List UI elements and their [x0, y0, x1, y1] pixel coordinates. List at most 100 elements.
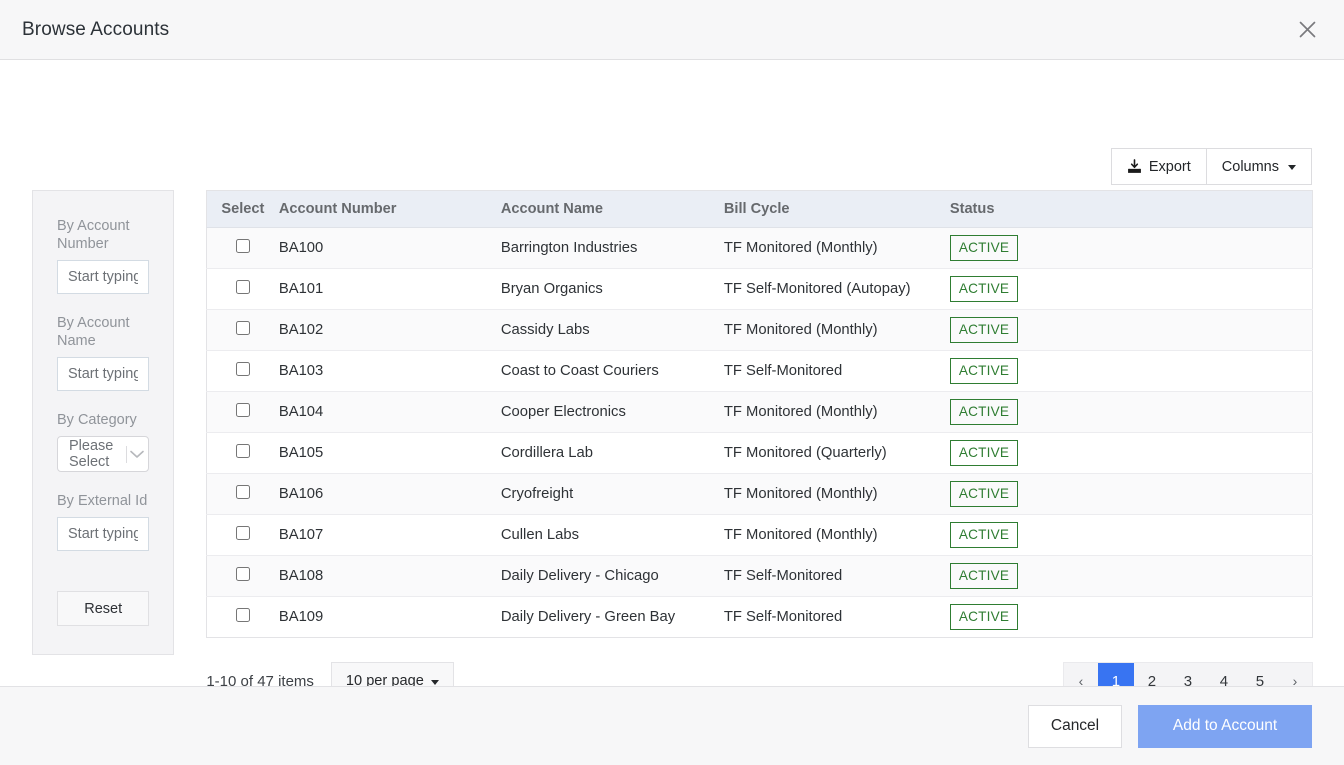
- status-badge: ACTIVE: [949, 480, 1019, 508]
- cell-status: ACTIVE: [949, 432, 1313, 474]
- pagination-pages: ‹ 1 2 3 4 5 ›: [1062, 662, 1313, 687]
- cell-bill-cycle: TF Self-Monitored (Autopay): [723, 268, 950, 310]
- pagination-bar: 1-10 of 47 items 10 per page ‹ 1 2 3 4 5 ›: [206, 662, 1313, 686]
- chevron-down-icon: [127, 450, 149, 459]
- table-row[interactable]: BA103 Coast to Coast Couriers TF Self-Moni…: [206, 350, 1313, 392]
- filter-label-account-number: By Account Number: [57, 218, 130, 252]
- status-badge: ACTIVE: [949, 316, 1019, 344]
- status-badge: ACTIVE: [949, 275, 1019, 303]
- row-select-cell: [206, 514, 279, 556]
- table-row[interactable]: BA105 Cordillera Lab TF Monitored (Quarter…: [206, 432, 1313, 474]
- table-row[interactable]: BA106 Cryofreight TF Monitored (Monthly) AC…: [206, 473, 1313, 515]
- row-select-checkbox[interactable]: [236, 444, 251, 458]
- add-to-account-button[interactable]: Add to Account: [1138, 704, 1312, 748]
- pagination-page-4[interactable]: 4: [1206, 663, 1242, 687]
- cell-account-name: Barrington Industries: [500, 227, 724, 269]
- row-select-checkbox[interactable]: [236, 608, 251, 622]
- table-row[interactable]: BA109 Daily Delivery - Green Bay TF Self-M…: [206, 596, 1313, 638]
- pagination-page-2[interactable]: 2: [1134, 663, 1170, 687]
- status-badge: ACTIVE: [949, 603, 1019, 631]
- caret-down-icon: [430, 679, 439, 685]
- cell-bill-cycle: TF Self-Monitored: [723, 609, 843, 625]
- row-select-checkbox[interactable]: [236, 280, 251, 294]
- cell-status: ACTIVE: [949, 514, 1313, 556]
- status-badge: ACTIVE: [949, 439, 1019, 467]
- table-row[interactable]: BA107 Cullen Labs TF Monitored (Monthly) AC…: [206, 514, 1313, 556]
- filter-select-category[interactable]: Please Select: [57, 436, 150, 472]
- cell-account-number: BA106: [278, 473, 501, 515]
- cell-bill-cycle: TF Monitored (Quarterly): [723, 432, 950, 474]
- close-icon-glyph: [1299, 21, 1315, 38]
- row-select-cell: [207, 597, 279, 638]
- reset-button[interactable]: Reset: [57, 591, 150, 626]
- cell-status: ACTIVE: [949, 309, 1313, 351]
- table-row[interactable]: BA104 Cooper Electronics TF Monitored (Mon…: [206, 391, 1313, 433]
- table-area: Select Account Number Account Name Bill …: [206, 190, 1313, 686]
- row-select-cell: [206, 227, 279, 269]
- pagination-info: 1-10 of 47 items: [206, 672, 314, 687]
- column-header-status: Status: [949, 190, 1313, 228]
- cell-account-number: BA102: [278, 309, 501, 351]
- row-select-checkbox[interactable]: [236, 321, 251, 335]
- accounts-table: Select Account Number Account Name Bill …: [206, 190, 1313, 638]
- status-badge: ACTIVE: [949, 562, 1019, 590]
- close-icon[interactable]: [1290, 13, 1324, 47]
- cell-account-number: BA101: [278, 268, 501, 310]
- cell-account-number: BA109: [278, 609, 324, 625]
- filter-input-account-name[interactable]: [57, 357, 150, 391]
- cell-account-name: Daily Delivery - Green Bay: [500, 609, 676, 625]
- per-page-dropdown[interactable]: 10 per page: [330, 662, 454, 686]
- cell-bill-cycle: TF Monitored (Monthly): [723, 473, 950, 515]
- cell-status: ACTIVE: [949, 268, 1313, 310]
- filter-label-account-name: By Account Name: [57, 315, 130, 349]
- filter-select-category-value: Please Select: [69, 438, 114, 470]
- cancel-button[interactable]: Cancel: [1028, 704, 1122, 748]
- cell-bill-cycle: TF Monitored (Monthly): [723, 309, 950, 351]
- cell-status: ACTIVE: [949, 350, 1313, 392]
- cell-account-name: Daily Delivery - Chicago: [500, 555, 724, 597]
- cell-account-name: Cooper Electronics: [500, 391, 724, 433]
- row-select-checkbox[interactable]: [236, 362, 251, 376]
- pagination-page-3[interactable]: 3: [1170, 663, 1206, 687]
- cell-account-name: Cryofreight: [500, 473, 724, 515]
- chevron-down-icon-glyph: [130, 450, 145, 458]
- filter-input-account-number[interactable]: [57, 260, 150, 294]
- row-select-checkbox[interactable]: [236, 526, 251, 540]
- row-select-checkbox[interactable]: [236, 403, 251, 417]
- row-select-checkbox[interactable]: [236, 239, 251, 253]
- cell-account-number: BA105: [278, 432, 501, 474]
- table-row[interactable]: BA100 Barrington Industries TF Monitored (…: [206, 227, 1313, 269]
- cell-account-number: BA103: [278, 350, 501, 392]
- row-select-cell: [206, 432, 279, 474]
- cell-account-number: BA100: [278, 227, 501, 269]
- row-select-checkbox[interactable]: [236, 567, 251, 581]
- pagination-page-5[interactable]: 5: [1242, 663, 1278, 687]
- modal-body: Export Columns By Account Number By Acco…: [0, 60, 1344, 686]
- browse-accounts-modal: Browse Accounts Export Columns By Accoun…: [0, 0, 1344, 765]
- status-badge: ACTIVE: [949, 521, 1019, 549]
- pagination-prev-icon[interactable]: ‹: [1064, 663, 1098, 686]
- status-badge: ACTIVE: [949, 398, 1019, 426]
- pagination-next-icon[interactable]: ›: [1278, 663, 1312, 686]
- table-header-row: Select Account Number Account Name Bill …: [206, 190, 1313, 228]
- modal-footer: Cancel Add to Account: [0, 686, 1344, 765]
- cell-account-name: Coast to Coast Couriers: [500, 350, 724, 392]
- table-toolbar: Export Columns: [1110, 148, 1312, 185]
- filter-input-external-id[interactable]: [57, 517, 150, 551]
- column-header-bill-cycle: Bill Cycle: [723, 190, 950, 228]
- status-badge: ACTIVE: [949, 357, 1019, 385]
- pagination-page-1[interactable]: 1: [1097, 663, 1134, 686]
- export-label: Export: [1148, 158, 1191, 175]
- table-head: Select Account Number Account Name Bill …: [206, 190, 1313, 228]
- column-header-account-name: Account Name: [500, 190, 724, 228]
- cell-account-number: BA104: [278, 391, 501, 433]
- table-row[interactable]: BA101 Bryan Organics TF Self-Monitored (Au…: [206, 268, 1313, 310]
- cell-status: ACTIVE: [949, 473, 1313, 515]
- table-row[interactable]: BA108 Daily Delivery - Chicago TF Self-Mon…: [206, 555, 1313, 597]
- row-select-checkbox[interactable]: [236, 485, 251, 499]
- export-button[interactable]: Export: [1110, 148, 1207, 185]
- table-row[interactable]: BA102 Cassidy Labs TF Monitored (Monthly) A…: [206, 309, 1313, 351]
- columns-button[interactable]: Columns: [1206, 148, 1312, 185]
- modal-header: Browse Accounts: [0, 0, 1344, 60]
- caret-down-icon: [1288, 165, 1296, 170]
